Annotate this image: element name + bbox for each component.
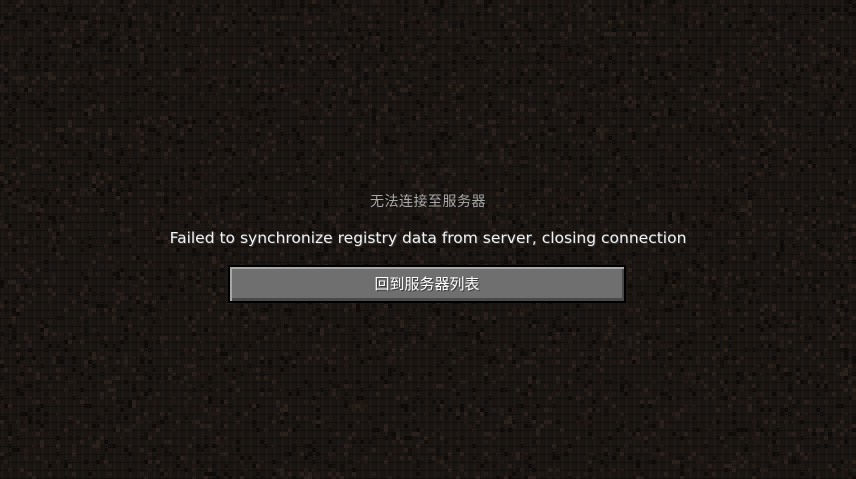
disconnect-reason-message: Failed to synchronize registry data from…: [169, 229, 687, 247]
disconnect-title: 无法连接至服务器: [370, 194, 486, 210]
back-to-server-list-button[interactable]: 回到服务器列表: [228, 265, 626, 303]
